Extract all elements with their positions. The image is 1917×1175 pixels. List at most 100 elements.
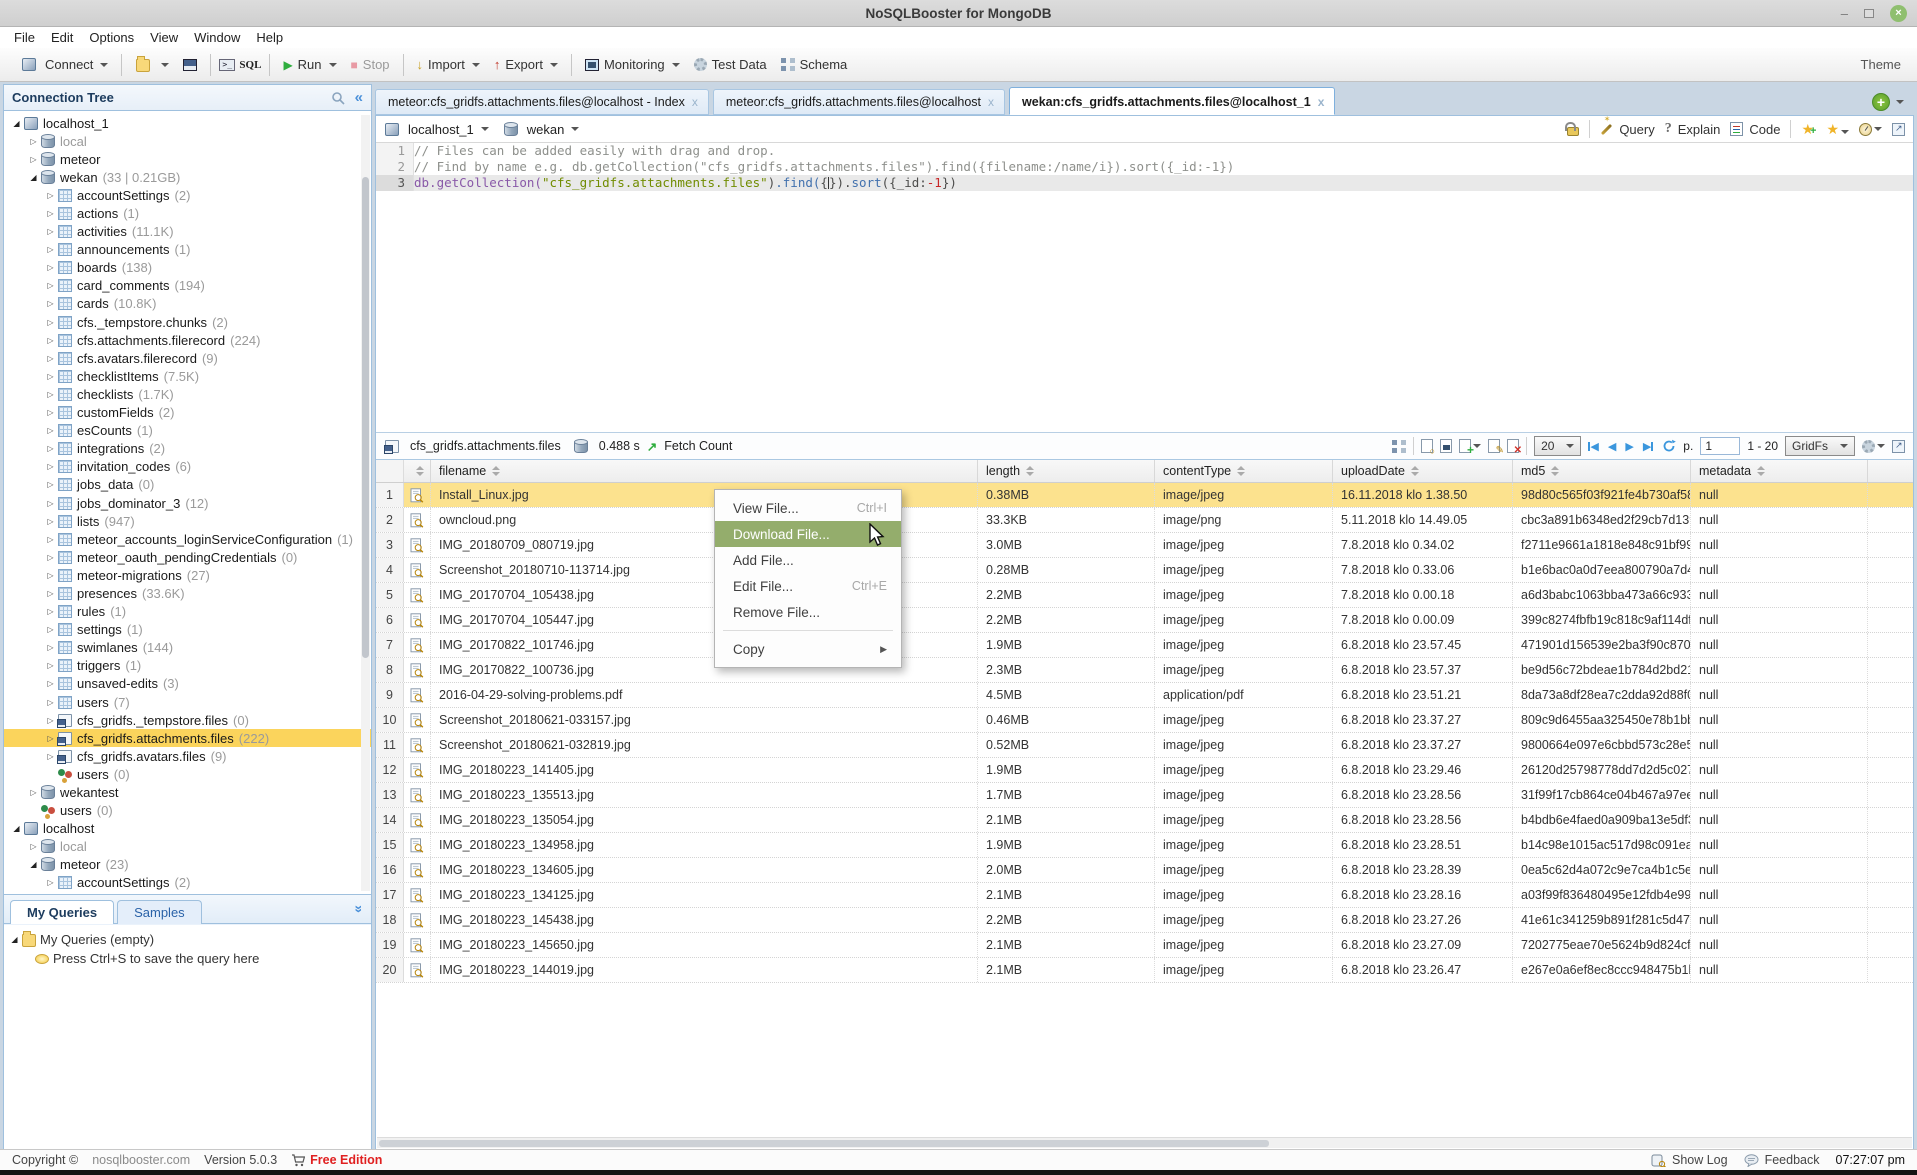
cell-uploaddate[interactable]: 6.8.2018 klo 23.28.39 [1333, 858, 1513, 882]
expander-open-icon[interactable]: ◢ [8, 935, 21, 944]
cell-length[interactable]: 2.3MB [978, 658, 1155, 682]
column-header-filename[interactable]: filename [431, 460, 978, 482]
cell-uploaddate[interactable]: 7.8.2018 klo 0.00.09 [1333, 608, 1513, 632]
tree-item-localhost-1[interactable]: ◢localhost_1 [4, 114, 371, 132]
table-row[interactable]: 4Screenshot_20180710-113714.jpg0.28MBima… [376, 558, 1913, 583]
cell-md5[interactable]: 0ea5c62d4a072c9e7ca4b1c5eff [1513, 858, 1691, 882]
tab-close-icon[interactable]: x [692, 95, 698, 109]
cell-metadata[interactable]: null [1691, 683, 1868, 707]
tree-item-local[interactable]: ▷local [4, 838, 371, 856]
tree-item-integrations[interactable]: ▷integrations(2) [4, 440, 371, 458]
column-header-contentType[interactable]: contentType [1155, 460, 1333, 482]
cell-uploaddate[interactable]: 6.8.2018 klo 23.27.26 [1333, 908, 1513, 932]
cell-contenttype[interactable]: image/jpeg [1155, 708, 1333, 732]
tree-item-triggers[interactable]: ▷triggers(1) [4, 657, 371, 675]
view-file-icon[interactable] [404, 933, 431, 957]
expander-closed-icon[interactable]: ▷ [44, 191, 57, 200]
table-row[interactable]: 16IMG_20180223_134605.jpg2.0MBimage/jpeg… [376, 858, 1913, 883]
cell-uploaddate[interactable]: 6.8.2018 klo 23.26.47 [1333, 958, 1513, 982]
tree-item-settings[interactable]: ▷settings(1) [4, 621, 371, 639]
horizontal-scrollbar[interactable] [377, 1137, 1912, 1148]
editor-tab-1[interactable]: meteor:cfs_gridfs.attachments.files@loca… [375, 89, 709, 115]
cell-contenttype[interactable]: image/jpeg [1155, 733, 1333, 757]
cell-uploaddate[interactable]: 6.8.2018 klo 23.29.46 [1333, 758, 1513, 782]
cell-length[interactable]: 33.3KB [978, 508, 1155, 532]
console-view-icon[interactable] [1440, 439, 1452, 453]
export-button[interactable]: ↑ Export [489, 55, 563, 74]
cell-uploaddate[interactable]: 6.8.2018 klo 23.28.51 [1333, 833, 1513, 857]
table-row[interactable]: 10Screenshot_20180621-033157.jpg0.46MBim… [376, 708, 1913, 733]
collapse-panel-icon[interactable]: « [355, 89, 363, 106]
table-row[interactable]: 15IMG_20180223_134958.jpg1.9MBimage/jpeg… [376, 833, 1913, 858]
maximize-editor-icon[interactable] [1892, 123, 1905, 136]
tree-item-card-comments[interactable]: ▷card_comments(194) [4, 277, 371, 295]
cell-length[interactable]: 2.1MB [978, 808, 1155, 832]
column-header-md5[interactable]: md5 [1513, 460, 1691, 482]
expander-closed-icon[interactable]: ▷ [44, 607, 57, 616]
tree-item-swimlanes[interactable]: ▷swimlanes(144) [4, 639, 371, 657]
tree-item-users[interactable]: users(0) [4, 802, 371, 820]
next-page-button[interactable]: ▶ [1625, 440, 1633, 453]
first-page-button[interactable]: ◀ [1588, 440, 1598, 453]
test-data-button[interactable]: Test Data [689, 55, 772, 74]
cell-contenttype[interactable]: image/jpeg [1155, 908, 1333, 932]
cell-contenttype[interactable]: image/jpeg [1155, 633, 1333, 657]
cell-metadata[interactable]: null [1691, 483, 1868, 507]
tree-item-accountsettings[interactable]: ▷accountSettings(2) [4, 186, 371, 204]
editor-tab-2[interactable]: meteor:cfs_gridfs.attachments.files@loca… [713, 89, 1005, 115]
cell-length[interactable]: 2.1MB [978, 933, 1155, 957]
expander-closed-icon[interactable]: ▷ [44, 625, 57, 634]
tab-close-icon[interactable]: x [988, 95, 994, 109]
view-file-icon[interactable] [404, 658, 431, 682]
cell-metadata[interactable]: null [1691, 583, 1868, 607]
tree-item-cfs-gridfs-avatars-files[interactable]: ▷cfs_gridfs.avatars.files(9) [4, 747, 371, 765]
context-menu-item-copy[interactable]: Copy▶ [715, 636, 901, 662]
expander-closed-icon[interactable]: ▷ [27, 137, 40, 146]
cell-md5[interactable]: e267e0a6ef8ec8ccc948475b1ba [1513, 958, 1691, 982]
cell-length[interactable]: 2.2MB [978, 608, 1155, 632]
restore-button[interactable] [1864, 9, 1874, 18]
sort-icon[interactable] [1551, 466, 1559, 476]
add-favorite-button[interactable]: ★+ [1801, 121, 1816, 138]
cell-md5[interactable]: b4bdb6e4faed0a909ba13e5df30 [1513, 808, 1691, 832]
prev-page-button[interactable]: ◀ [1608, 440, 1616, 453]
view-file-icon[interactable] [404, 783, 431, 807]
explain-button[interactable]: ? Explain [1665, 121, 1721, 137]
tree-scrollbar[interactable] [361, 115, 370, 891]
cell-length[interactable]: 0.38MB [978, 483, 1155, 507]
cell-filename[interactable]: IMG_20180223_144019.jpg [431, 958, 978, 982]
table-row[interactable]: 18IMG_20180223_145438.jpg2.2MBimage/jpeg… [376, 908, 1913, 933]
cell-metadata[interactable]: null [1691, 808, 1868, 832]
expander-closed-icon[interactable]: ▷ [27, 155, 40, 164]
table-row[interactable]: 2owncloud.png33.3KBimage/png5.11.2018 kl… [376, 508, 1913, 533]
menu-item-help[interactable]: Help [248, 30, 291, 45]
cell-uploaddate[interactable]: 6.8.2018 klo 23.27.09 [1333, 933, 1513, 957]
cell-length[interactable]: 1.9MB [978, 833, 1155, 857]
cell-contenttype[interactable]: image/jpeg [1155, 533, 1333, 557]
view-file-icon[interactable] [404, 883, 431, 907]
menu-item-view[interactable]: View [142, 30, 186, 45]
cell-contenttype[interactable]: image/jpeg [1155, 958, 1333, 982]
cell-md5[interactable]: f2711e9661a1818e848c91bf99b [1513, 533, 1691, 557]
cell-metadata[interactable]: null [1691, 833, 1868, 857]
cell-length[interactable]: 2.1MB [978, 883, 1155, 907]
cell-length[interactable]: 1.9MB [978, 758, 1155, 782]
expander-closed-icon[interactable]: ▷ [44, 299, 57, 308]
expander-closed-icon[interactable]: ▷ [44, 698, 57, 707]
expander-closed-icon[interactable]: ▷ [44, 209, 57, 218]
cell-metadata[interactable]: null [1691, 708, 1868, 732]
tree-item-rules[interactable]: ▷rules(1) [4, 603, 371, 621]
tree-item-announcements[interactable]: ▷announcements(1) [4, 241, 371, 259]
cell-filename[interactable]: Screenshot_20180621-032819.jpg [431, 733, 978, 757]
cell-length[interactable]: 0.46MB [978, 708, 1155, 732]
cell-uploaddate[interactable]: 6.8.2018 klo 23.51.21 [1333, 683, 1513, 707]
header-icon-col[interactable] [404, 460, 431, 482]
add-document-button[interactable] [1459, 439, 1481, 453]
last-page-button[interactable]: ▶ [1643, 440, 1653, 453]
view-file-icon[interactable] [404, 483, 431, 507]
cell-length[interactable]: 2.2MB [978, 583, 1155, 607]
expander-closed-icon[interactable]: ▷ [44, 553, 57, 562]
view-file-icon[interactable] [404, 708, 431, 732]
view-file-icon[interactable] [404, 683, 431, 707]
expander-open-icon[interactable]: ◢ [10, 824, 23, 833]
